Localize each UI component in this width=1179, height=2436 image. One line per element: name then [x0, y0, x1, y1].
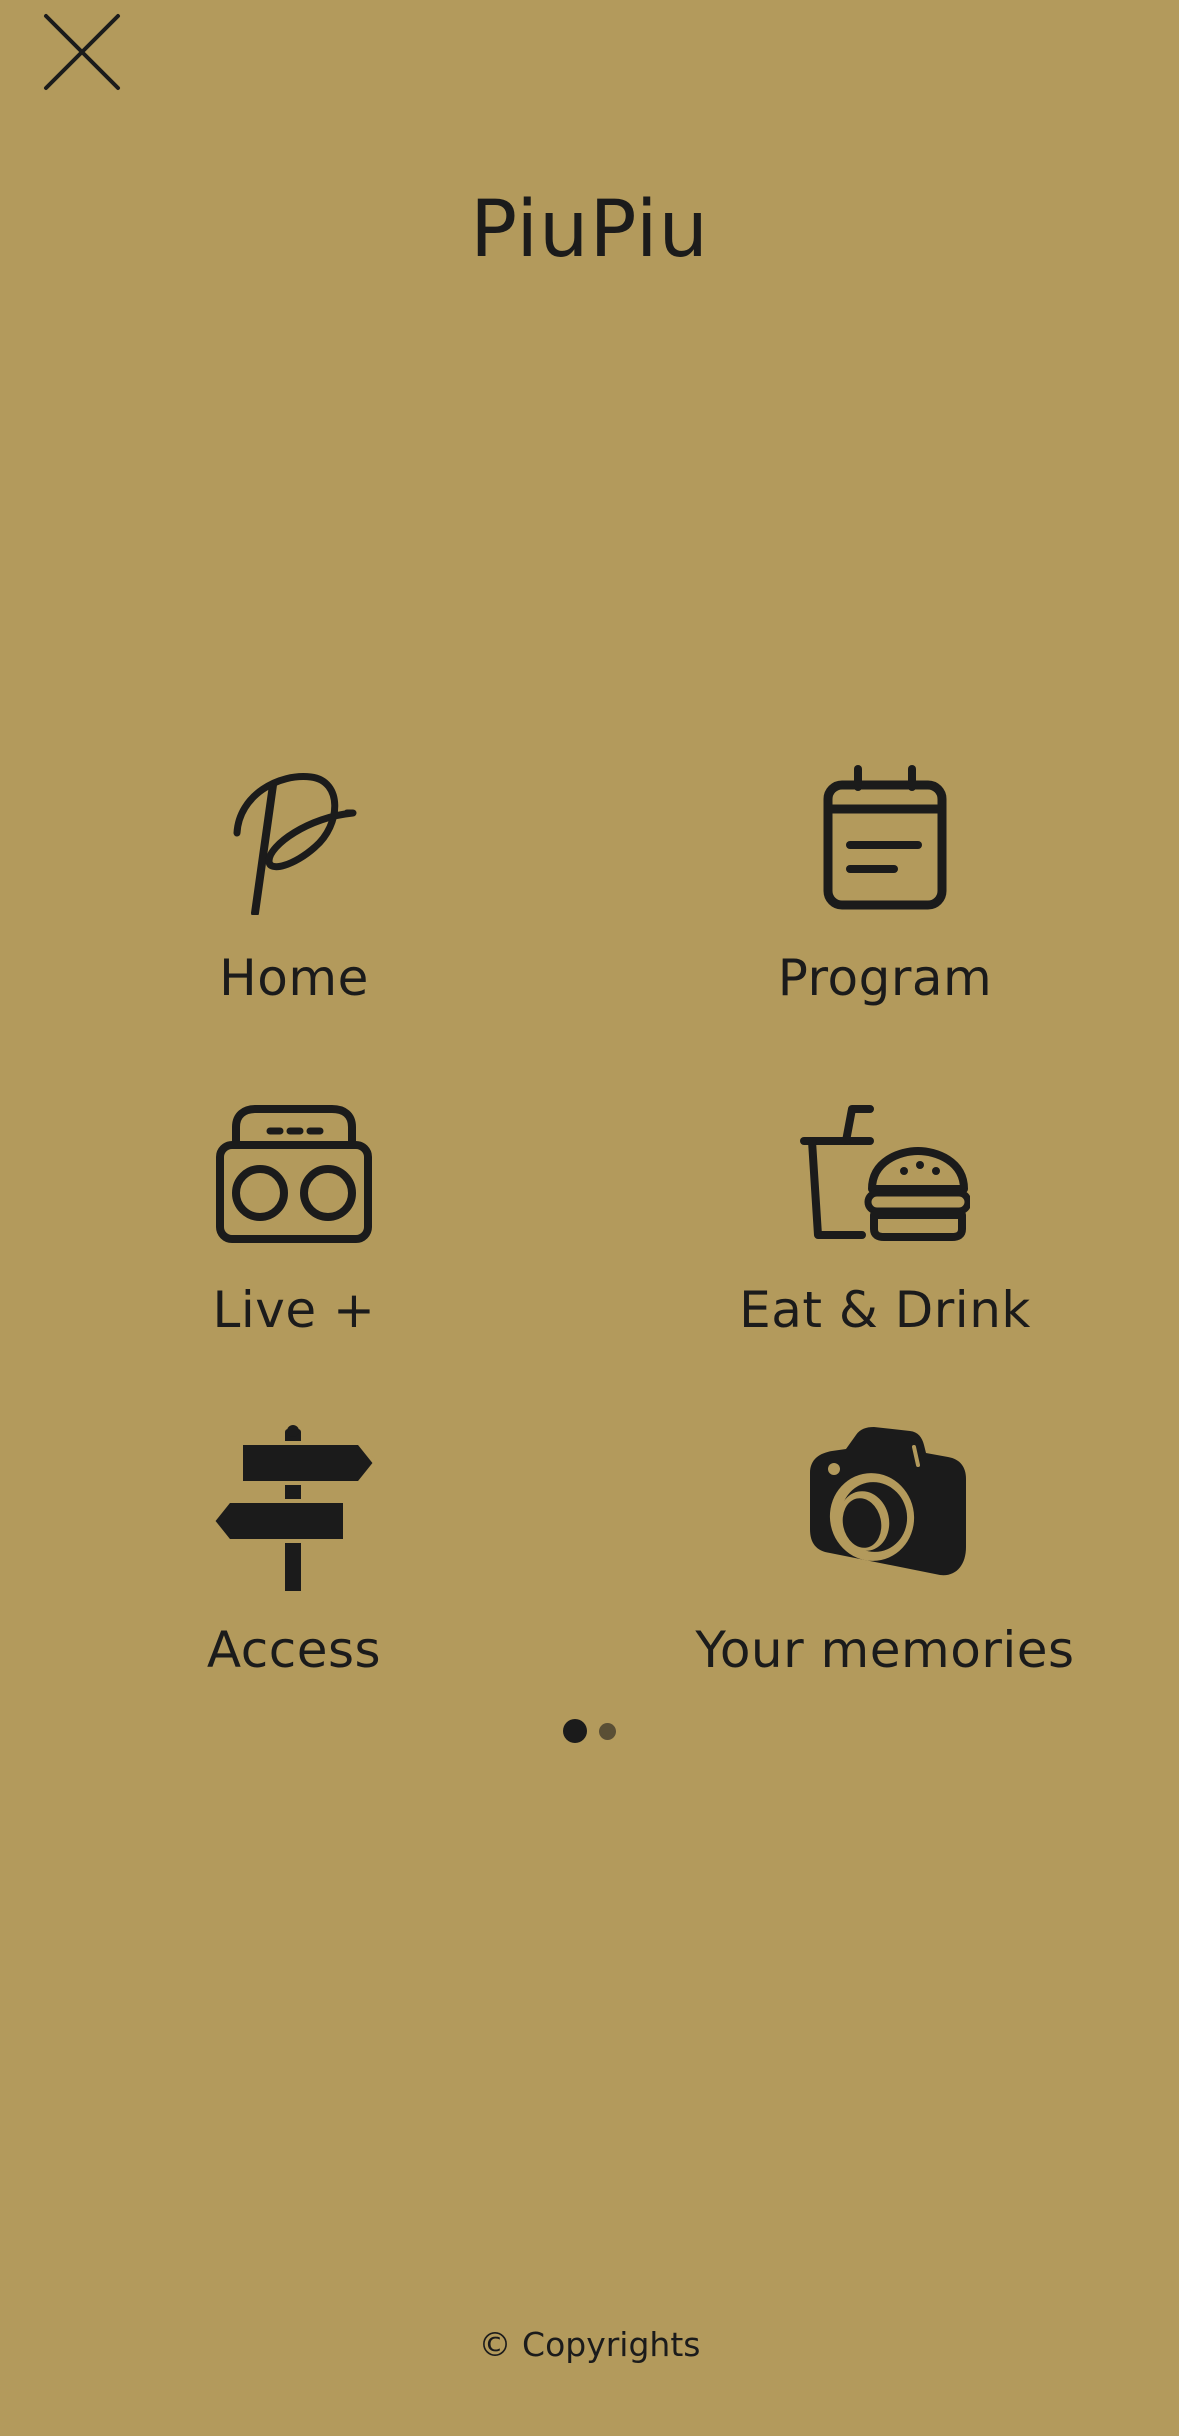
drink-burger-icon: [800, 1105, 970, 1241]
camera-icon: [810, 1427, 966, 1576]
menu-item-label: Access: [206, 1621, 382, 1679]
page-dot[interactable]: [599, 1722, 616, 1740]
page-indicator: [0, 1718, 1179, 1744]
menu-item-access[interactable]: Access: [34, 1425, 554, 1685]
menu-grid: Home Program Live + Eat & Drink Access Y…: [0, 0, 1179, 2436]
boombox-icon: [216, 1105, 372, 1243]
calendar-icon: [823, 765, 947, 910]
menu-item-label: Your memories: [695, 1621, 1075, 1679]
p-logo-icon: [233, 773, 357, 915]
menu-item-program[interactable]: Program: [625, 765, 1145, 1015]
menu-item-label: Live +: [212, 1281, 376, 1339]
menu-item-label: Eat & Drink: [739, 1281, 1031, 1339]
menu-item-label: Home: [219, 949, 369, 1007]
copyright-text: © Copyrights: [478, 2325, 701, 2364]
close-button[interactable]: [40, 10, 124, 94]
page-dot-active[interactable]: [563, 1719, 587, 1743]
menu-item-eat-drink[interactable]: Eat & Drink: [625, 1105, 1145, 1345]
signpost-icon: [211, 1425, 377, 1591]
menu-item-home[interactable]: Home: [34, 765, 554, 1015]
menu-item-label: Program: [777, 949, 993, 1007]
menu-item-your-memories[interactable]: Your memories: [625, 1425, 1145, 1685]
app-title: PiuPiu: [470, 185, 709, 275]
menu-item-live[interactable]: Live +: [34, 1105, 554, 1345]
close-icon: [44, 14, 120, 90]
